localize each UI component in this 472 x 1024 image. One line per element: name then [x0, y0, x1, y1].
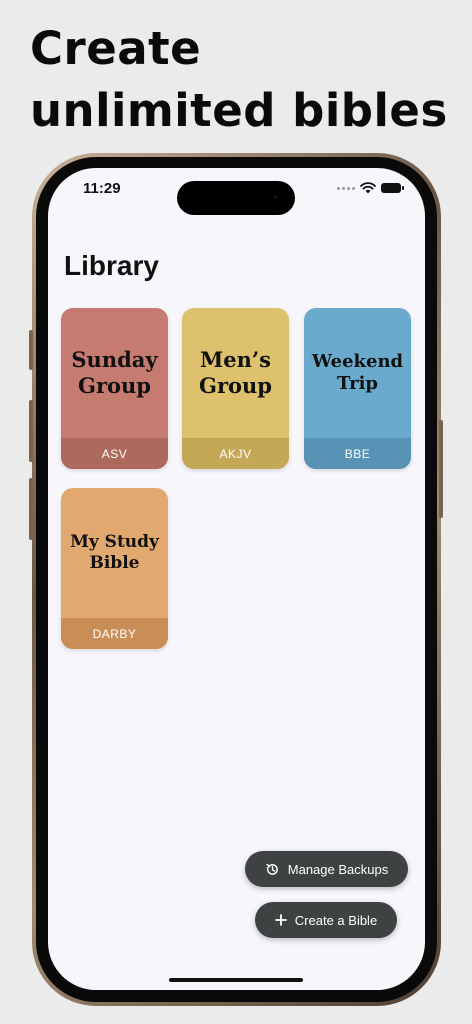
bible-card-sunday-group[interactable]: Sunday Group ASV [61, 308, 168, 469]
create-bible-label: Create a Bible [294, 912, 378, 928]
plus-icon [274, 914, 287, 926]
bible-title: Weekend Trip [311, 351, 404, 394]
bible-title: Men’s Group [199, 347, 272, 398]
create-bible-button[interactable]: Create a Bible [255, 902, 397, 938]
bible-version: AKJV [182, 438, 289, 469]
volume-down-button [29, 478, 33, 540]
page-title: Library [64, 250, 159, 281]
mute-button [29, 330, 33, 370]
bible-version: ASV [61, 438, 168, 469]
headline: Create unlimited bibles [30, 22, 448, 137]
bible-version: BBE [304, 438, 411, 469]
status-icons [337, 182, 404, 194]
bible-card-weekend-trip[interactable]: Weekend Trip BBE [304, 308, 411, 469]
bible-card-my-study-bible[interactable]: My Study Bible DARBY [61, 488, 168, 649]
history-icon [266, 863, 278, 875]
power-button [439, 420, 443, 518]
bible-version: DARBY [61, 618, 168, 649]
bible-title: My Study Bible [70, 532, 159, 573]
home-indicator[interactable] [169, 978, 303, 982]
bible-card-mens-group[interactable]: Men’s Group AKJV [182, 308, 289, 469]
manage-backups-label: Manage Backups [287, 861, 389, 877]
dynamic-island [177, 181, 295, 215]
status-time: 11:29 [83, 180, 121, 197]
wifi-icon [360, 182, 376, 194]
battery-icon [381, 183, 404, 193]
app-screen: 11:29 Library Sunday Group ASV Men’s Gro… [48, 168, 425, 990]
signal-icon [337, 186, 355, 190]
bible-title: Sunday Group [71, 347, 158, 398]
manage-backups-button[interactable]: Manage Backups [245, 851, 408, 887]
volume-up-button [29, 400, 33, 462]
